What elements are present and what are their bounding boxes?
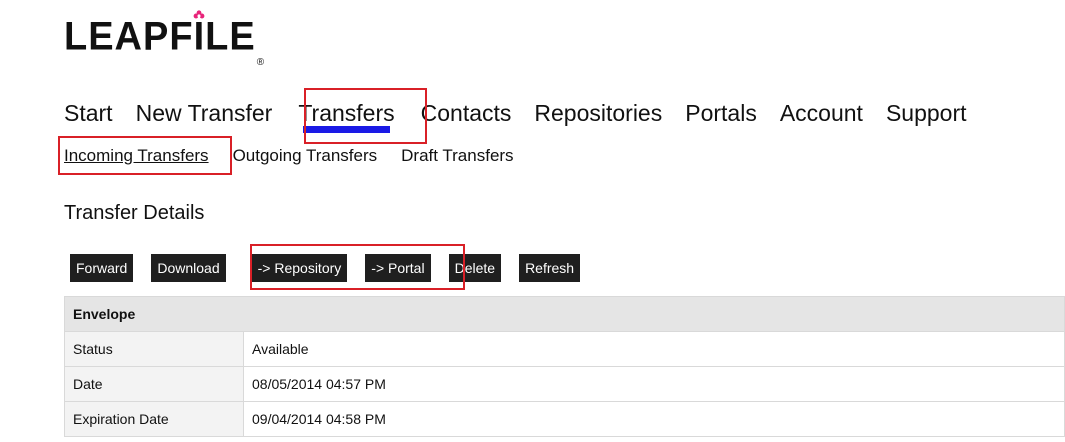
nav-support[interactable]: Support bbox=[886, 100, 967, 127]
page-title: Transfer Details bbox=[64, 202, 205, 224]
highlight-box-repository-portal bbox=[250, 244, 465, 290]
nav-repositories[interactable]: Repositories bbox=[534, 100, 662, 127]
main-nav: Start New Transfer Transfers Contacts Re… bbox=[64, 96, 990, 133]
row-value-status: Available bbox=[243, 331, 1065, 367]
envelope-table: Envelope Status Available Date 08/05/201… bbox=[64, 296, 1065, 437]
subnav-outgoing-transfers[interactable]: Outgoing Transfers bbox=[233, 146, 378, 166]
nav-portals[interactable]: Portals bbox=[685, 100, 757, 127]
row-label-status: Status bbox=[64, 331, 244, 367]
row-label-expiration-date: Expiration Date bbox=[64, 401, 244, 437]
subnav-draft-transfers[interactable]: Draft Transfers bbox=[401, 146, 513, 166]
leapfile-logo: LEAPF I LE ® bbox=[64, 10, 265, 68]
table-row: Date 08/05/2014 04:57 PM bbox=[64, 366, 1065, 402]
nav-start[interactable]: Start bbox=[64, 100, 113, 127]
nav-account[interactable]: Account bbox=[780, 100, 863, 127]
logo-letter-i: I bbox=[194, 10, 206, 60]
forward-button[interactable]: Forward bbox=[70, 254, 134, 282]
logo-text-part2: LE bbox=[205, 14, 256, 60]
table-row: Expiration Date 09/04/2014 04:58 PM bbox=[64, 401, 1065, 437]
nav-contacts[interactable]: Contacts bbox=[421, 100, 512, 127]
nav-new-transfer[interactable]: New Transfer bbox=[136, 100, 273, 127]
refresh-button[interactable]: Refresh bbox=[519, 254, 581, 282]
logo-text-part1: LEAPF bbox=[64, 14, 194, 60]
row-label-date: Date bbox=[64, 366, 244, 402]
row-value-date: 08/05/2014 04:57 PM bbox=[243, 366, 1065, 402]
registered-mark: ® bbox=[256, 57, 266, 68]
flower-icon bbox=[193, 10, 205, 19]
table-row: Status Available bbox=[64, 331, 1065, 367]
row-value-expiration-date: 09/04/2014 04:58 PM bbox=[243, 401, 1065, 437]
highlight-box-transfers bbox=[304, 88, 427, 144]
highlight-box-incoming bbox=[58, 136, 232, 175]
table-header-row: Envelope bbox=[64, 296, 1065, 332]
envelope-header: Envelope bbox=[64, 296, 1065, 332]
download-button[interactable]: Download bbox=[151, 254, 226, 282]
